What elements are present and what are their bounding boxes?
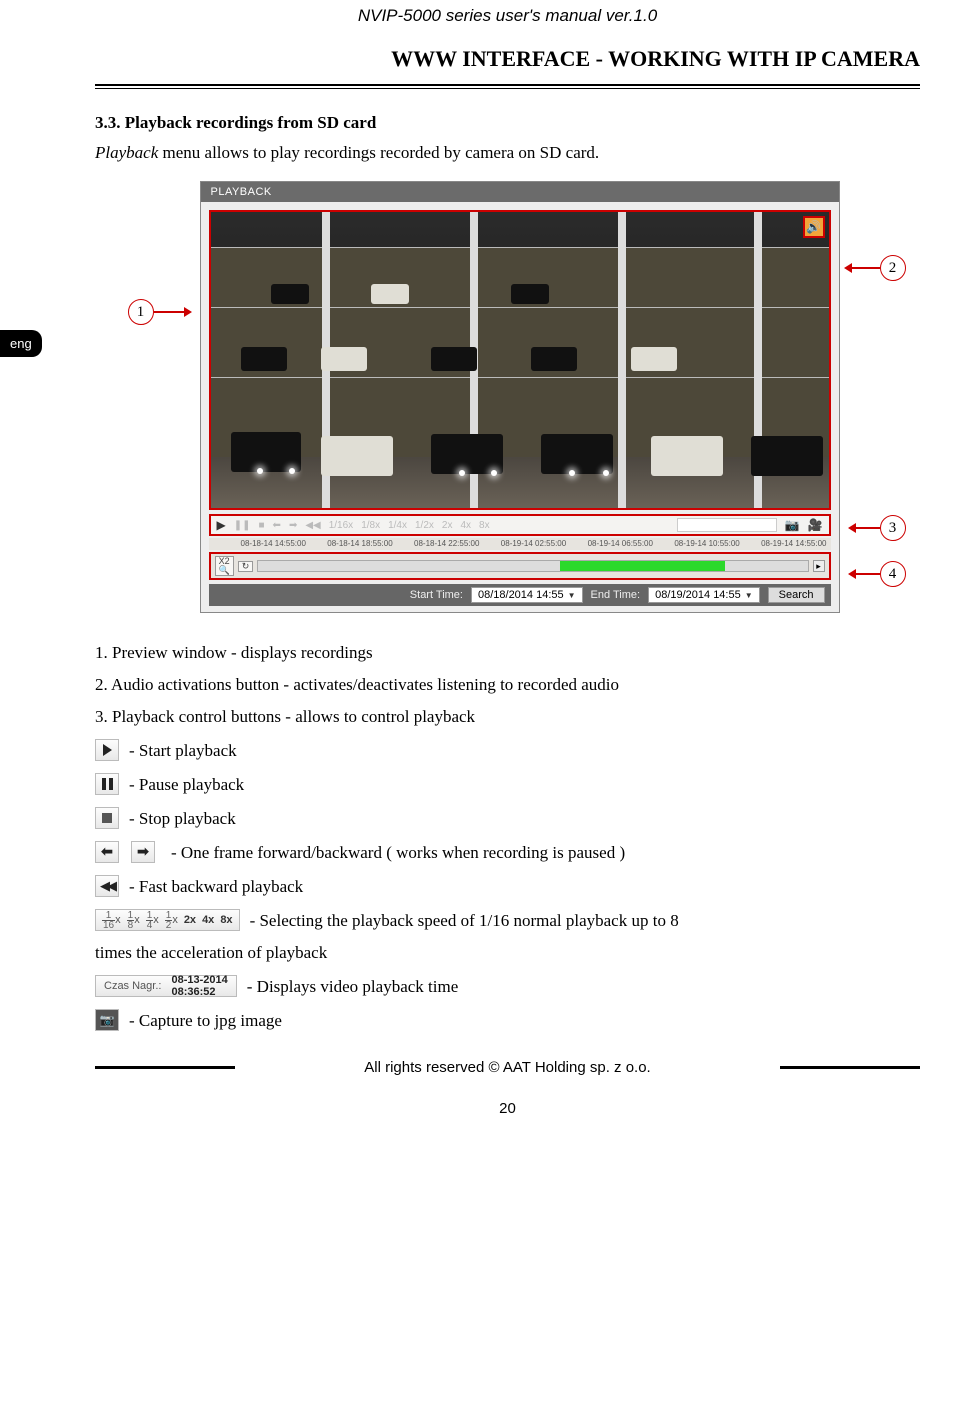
row-fastback: ◀◀ - Fast backward playback [95, 875, 920, 897]
tick-0: 08-18-14 14:55:00 [241, 539, 306, 548]
play-button-icon [95, 739, 119, 761]
stop-icon[interactable]: ■ [259, 520, 265, 531]
play-icon[interactable]: ▶ [217, 518, 226, 532]
snapshot-icon[interactable]: 📷 [785, 518, 800, 532]
start-time-label: Start Time: [410, 589, 463, 601]
pause-icon[interactable]: ❚❚ [234, 520, 251, 531]
dropdown-icon: ▼ [745, 591, 753, 600]
tick-10: 08-19-14 10:55:00 [674, 539, 739, 548]
timeline-track[interactable] [257, 560, 808, 572]
section-title-text: Playback recordings from SD card [125, 113, 377, 132]
speed-text: - Selecting the playback speed of 1/16 n… [250, 909, 679, 931]
doc-header: NVIP-5000 series user's manual ver.1.0 [95, 0, 920, 46]
rewind-icon[interactable]: ◀◀ [305, 520, 320, 531]
footer-text: All rights reserved © AAT Holding sp. z … [253, 1059, 762, 1076]
search-button[interactable]: Search [768, 587, 825, 603]
callout-1: 1 [128, 299, 192, 325]
capture-text: - Capture to jpg image [129, 1009, 282, 1031]
row-frame: ⬅ ➡ - One frame forward/backward ( works… [95, 841, 920, 863]
end-time-value: 08/19/2014 14:55 [655, 589, 741, 601]
lang-tab: eng [0, 330, 42, 357]
callout-2: 2 [844, 255, 906, 281]
speed-2x[interactable]: 2x [442, 520, 453, 531]
speed-4x[interactable]: 4x [460, 520, 471, 531]
callout-4-circle: 4 [880, 561, 906, 587]
record-icon[interactable]: 🎥 [808, 518, 823, 532]
row-pause: - Pause playback [95, 773, 920, 795]
time-box-label: Czas Nagr.: [104, 980, 161, 992]
playback-panel-title: PLAYBACK [201, 182, 839, 202]
tick-6: 08-19-14 02:55:00 [501, 539, 566, 548]
section-number: 3.3. [95, 113, 121, 132]
start-time-input[interactable]: 08/18/2014 14:55 ▼ [471, 587, 583, 603]
fastback-text: - Fast backward playback [129, 875, 303, 897]
tick-12: 08-19-14 14:55:00 [761, 539, 826, 548]
speed-text-2: times the acceleration of playback [95, 943, 920, 963]
speed-selector-icon: 116x 18x 14x 12x 2x 4x 8x [95, 909, 240, 931]
timeline-zoom-row: X2🔍 ↻ ▸ [209, 552, 831, 580]
screenshot-figure: 1 2 3 4 PLAYBACK [128, 181, 888, 613]
timeline-scroll-right[interactable]: ▸ [813, 560, 825, 572]
desc-3: 3. Playback control buttons - allows to … [95, 707, 920, 727]
zoom-refresh-button[interactable]: ↻ [238, 561, 254, 572]
header-rule [95, 84, 920, 89]
speed-1-8[interactable]: 1/8x [361, 520, 380, 531]
search-bar: Start Time: 08/18/2014 14:55 ▼ End Time:… [209, 584, 831, 606]
callout-3-circle: 3 [880, 515, 906, 541]
timeline-date-row: 08-18-14 14:55:00 08-18-14 18:55:00 08-1… [209, 538, 831, 550]
frame-text: - One frame forward/backward ( works whe… [171, 841, 625, 863]
section-heading: 3.3. Playback recordings from SD card [95, 113, 920, 133]
row-capture: 📷 - Capture to jpg image [95, 1009, 920, 1031]
capture-button-icon: 📷 [95, 1009, 119, 1031]
playback-control-bar: ▶ ❚❚ ■ ⬅ ➡ ◀◀ 1/16x 1/8x 1/4x 1/2x 2x 4x… [209, 514, 831, 536]
tick-4: 08-18-14 22:55:00 [414, 539, 479, 548]
intro-rest: menu allows to play recordings recorded … [158, 143, 599, 162]
row-play: - Start playback [95, 739, 920, 761]
frame-fwd-icon[interactable]: ➡ [289, 520, 297, 531]
pause-text: - Pause playback [129, 773, 244, 795]
callout-3: 3 [848, 515, 906, 541]
section-intro: Playback menu allows to play recordings … [95, 143, 920, 163]
dropdown-icon: ▼ [568, 591, 576, 600]
callout-4: 4 [848, 561, 906, 587]
speed-8x[interactable]: 8x [479, 520, 490, 531]
footer: All rights reserved © AAT Holding sp. z … [95, 1059, 920, 1076]
row-time: Czas Nagr.: 08-13-2014 08:36:52 - Displa… [95, 975, 920, 997]
frame-back-button-icon: ⬅ [95, 841, 119, 863]
chapter-title: WWW INTERFACE - WORKING WITH IP CAMERA [95, 46, 920, 84]
audio-toggle-button[interactable]: 🔊 [803, 216, 825, 238]
callout-2-circle: 2 [880, 255, 906, 281]
stop-button-icon [95, 807, 119, 829]
end-time-input[interactable]: 08/19/2014 14:55 ▼ [648, 587, 760, 603]
play-text: - Start playback [129, 739, 237, 761]
speed-1-4[interactable]: 1/4x [388, 520, 407, 531]
frame-fwd-button-icon: ➡ [131, 841, 155, 863]
time-box-date: 08-13-2014 [171, 974, 227, 986]
desc-1: 1. Preview window - displays recordings [95, 643, 920, 663]
preview-window[interactable]: 🔊 [209, 210, 831, 510]
pause-button-icon [95, 773, 119, 795]
playback-panel: PLAYBACK [200, 181, 840, 613]
tick-8: 08-19-14 06:55:00 [588, 539, 653, 548]
speed-1-16[interactable]: 1/16x [329, 520, 353, 531]
zoom-in-button[interactable]: X2🔍 [215, 556, 234, 576]
start-time-value: 08/18/2014 14:55 [478, 589, 564, 601]
playback-time-box-icon: Czas Nagr.: 08-13-2014 08:36:52 [95, 975, 237, 997]
row-stop: - Stop playback [95, 807, 920, 829]
speed-1-2[interactable]: 1/2x [415, 520, 434, 531]
stop-text: - Stop playback [129, 807, 236, 829]
page-number: 20 [95, 1100, 920, 1117]
speaker-icon: 🔊 [806, 220, 821, 235]
row-speed: 116x 18x 14x 12x 2x 4x 8x - Selecting th… [95, 909, 920, 931]
intro-italic: Playback [95, 143, 158, 162]
callout-1-circle: 1 [128, 299, 154, 325]
end-time-label: End Time: [591, 589, 641, 601]
time-text: - Displays video playback time [247, 975, 459, 997]
time-box-time: 08:36:52 [171, 986, 215, 998]
time-display-chip [677, 518, 777, 532]
frame-back-icon[interactable]: ⬅ [273, 520, 281, 531]
tick-2: 08-18-14 18:55:00 [327, 539, 392, 548]
desc-2: 2. Audio activations button - activates/… [95, 675, 920, 695]
fast-back-button-icon: ◀◀ [95, 875, 119, 897]
